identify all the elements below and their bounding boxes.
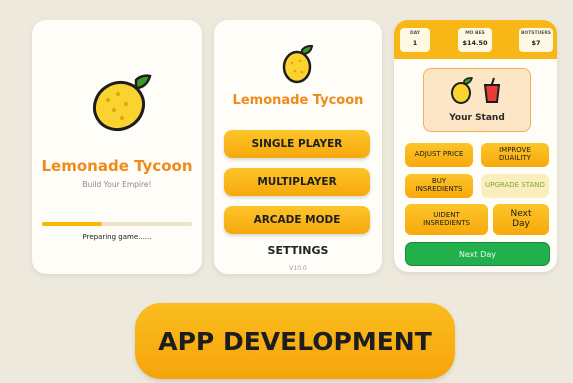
stat-value: $14.50 [462,39,488,47]
upgrade-stand-button[interactable]: UPGRADE STAND [481,174,549,198]
loading-progress-bar [42,222,192,226]
stat-day: DAY 1 [400,28,430,52]
adjust-price-label: ADJUST PRICE [414,150,464,159]
your-stand-label: Your Stand [449,113,505,123]
improve-quality-button[interactable]: IMPROVE DUAILITY [481,143,549,167]
settings-button[interactable]: SETTINGS [214,244,382,257]
buy-ingredients-label-line2: INSREDIENTS [415,185,463,193]
loading-status: Preparing game...... [82,233,152,241]
stats-header: DAY 1 MO BES $14.50 BOTSTUERS $7 [394,20,557,59]
app-subtitle: Build Your Empire! [82,180,152,189]
lemonade-cup-icon [483,77,501,103]
version-label: V10.0 [289,265,307,272]
main-menu-card: Lemonade Tycoon SINGLE PLAYER MULTIPLAYE… [214,20,382,274]
buy-ingredients-button[interactable]: BUY INSREDIENTS [405,174,473,198]
stat-label: DAY [409,31,421,36]
stat-value: 1 [412,39,418,47]
ingredients-label-line2: INSREDIENTS [423,218,470,227]
next-day-small-label-line2: Day [512,218,530,229]
upgrade-stand-label: UPGRADE STAND [485,181,545,190]
loading-screen-card: Lemonade Tycoon Build Your Empire! Prepa… [32,20,202,274]
app-title: Lemonade Tycoon [41,157,193,175]
your-stand-panel[interactable]: Your Stand [423,68,531,132]
lemon-icon [282,44,314,84]
loading-progress-fill [42,222,102,226]
next-day-small-button[interactable]: Next Day [493,204,549,235]
lemon-icon [451,77,473,104]
arcade-mode-button[interactable]: ARCADE MODE [224,206,370,234]
stat-customers: BOTSTUERS $7 [519,28,553,52]
app-development-banner: APP DEVELOPMENT [135,303,455,379]
improve-quality-label-line2: DUAILITY [499,154,531,162]
stat-money: MO BES $14.50 [458,28,492,52]
single-player-button[interactable]: SINGLE PLAYER [224,130,370,158]
ingredients-button[interactable]: UIDENT INSREDIENTS [405,204,488,235]
stat-label: BOTSTUERS [520,31,552,36]
app-title: Lemonade Tycoon [232,93,364,108]
multiplayer-button[interactable]: MULTIPLAYER [224,168,370,196]
stat-value: $7 [531,39,541,47]
stat-label: MO BES [465,31,485,36]
game-screen-card: DAY 1 MO BES $14.50 BOTSTUERS $7 Your St… [394,20,557,272]
next-day-button[interactable]: Next Day [405,242,550,266]
lemon-icon [92,74,152,132]
adjust-price-button[interactable]: ADJUST PRICE [405,143,473,167]
